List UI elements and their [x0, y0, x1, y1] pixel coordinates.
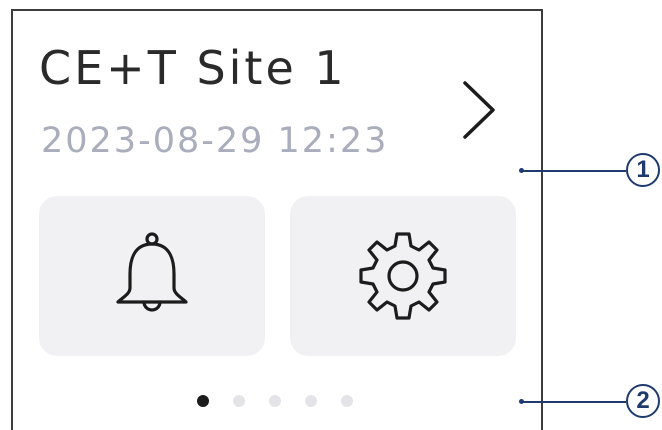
- page-dot[interactable]: [305, 395, 317, 407]
- page-dot[interactable]: [341, 395, 353, 407]
- bell-icon: [116, 232, 188, 312]
- illustration: CE+T Site 1 2023-08-29 12:23 1 2: [0, 0, 662, 430]
- callout-leader: [521, 401, 626, 403]
- callout-badge-1: 1: [626, 153, 660, 187]
- site-name: CE+T Site 1: [39, 41, 347, 95]
- gear-icon: [359, 232, 447, 320]
- chevron-right-icon[interactable]: [459, 79, 499, 141]
- site-datetime: 2023-08-29 12:23: [41, 121, 389, 161]
- device-screen: CE+T Site 1 2023-08-29 12:23: [11, 9, 543, 430]
- alarms-button[interactable]: [39, 196, 265, 356]
- callout-leader: [521, 170, 626, 172]
- page-dot[interactable]: [197, 395, 209, 407]
- settings-button[interactable]: [290, 196, 516, 356]
- page-dot[interactable]: [233, 395, 245, 407]
- page-dot[interactable]: [269, 395, 281, 407]
- page-indicator: [197, 395, 353, 407]
- callout-badge-2: 2: [626, 384, 660, 418]
